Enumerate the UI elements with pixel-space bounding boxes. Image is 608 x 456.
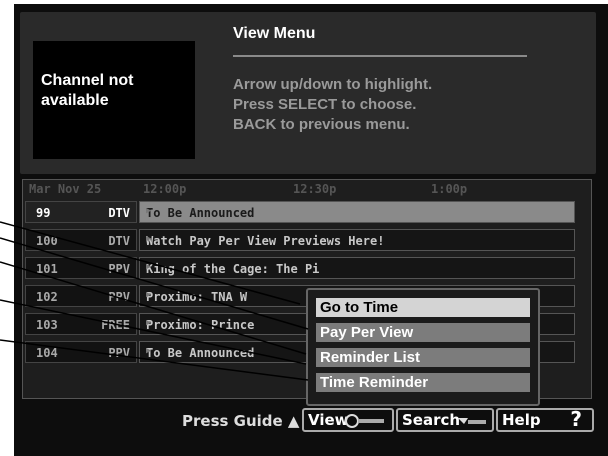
callout-line (0, 339, 309, 381)
callout-line (0, 261, 307, 355)
callout-line (0, 221, 301, 305)
callout-line (0, 299, 307, 365)
callout-line (0, 237, 309, 330)
screen: Channel not available View Menu Arrow up… (0, 0, 608, 456)
callout-lines (0, 221, 309, 381)
